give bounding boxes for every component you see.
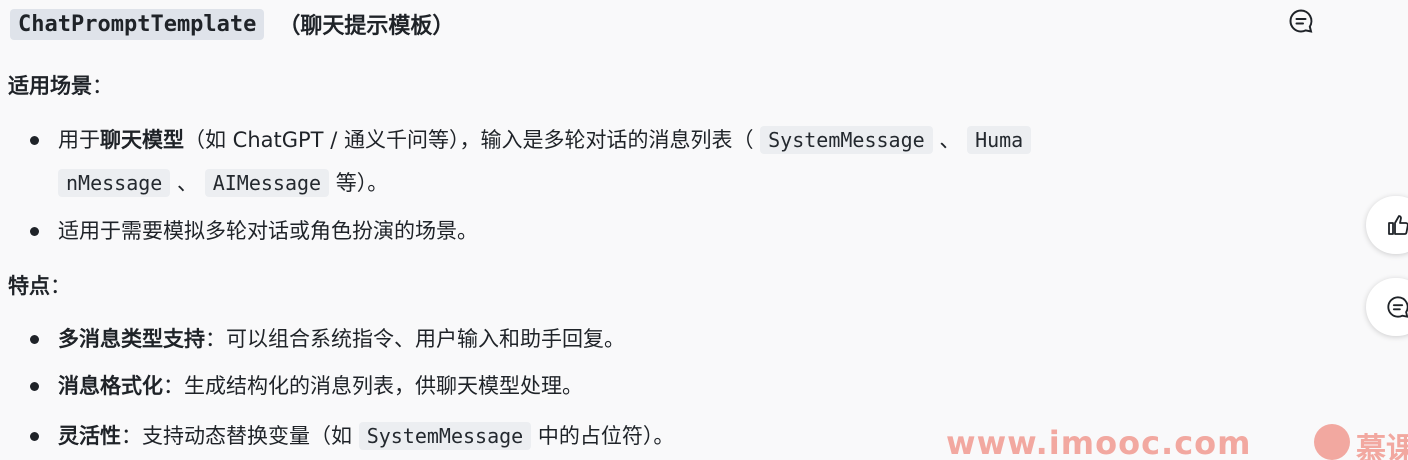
heading-text: 适用场景: [8, 74, 92, 98]
separator: 、: [939, 128, 961, 152]
imooc-logo-icon: [1314, 424, 1350, 460]
watermark-brand: 慕课: [1356, 432, 1408, 460]
section-heading-scenario: 适用场景：: [8, 70, 113, 100]
bullet-dot: [30, 432, 39, 441]
inline-code: SystemMessage: [760, 126, 933, 154]
heading-text: 特点: [8, 274, 50, 298]
separator: 、: [177, 171, 199, 195]
like-button[interactable]: [1366, 196, 1408, 254]
document-page: ChatPromptTemplate （聊天提示模板） 适用场景： 用于聊天模型…: [0, 0, 1408, 460]
page-title: ChatPromptTemplate （聊天提示模板）: [10, 4, 454, 44]
text-span: 用于: [58, 128, 100, 152]
bullet-dot: [30, 136, 39, 145]
bullet-dot: [30, 227, 39, 236]
list-item: 消息格式化：生成结构化的消息列表，供聊天模型处理。: [58, 371, 583, 401]
inline-code: SystemMessage: [358, 422, 532, 450]
title-code: ChatPromptTemplate: [10, 8, 265, 40]
comment-icon[interactable]: [1288, 8, 1314, 34]
bold-term: 灵活性: [58, 424, 121, 448]
inline-code: AIMessage: [204, 169, 330, 197]
text-span: ：可以组合系统指令、用户输入和助手回复。: [205, 327, 625, 351]
bold-term: 消息格式化: [58, 374, 163, 398]
text-span: ：生成结构化的消息列表，供聊天模型处理。: [163, 374, 583, 398]
bullet-dot: [30, 382, 39, 391]
comment-icon: [1387, 296, 1408, 318]
list-item: 多消息类型支持：可以组合系统指令、用户输入和助手回复。: [58, 324, 625, 354]
title-text: （聊天提示模板）: [278, 14, 455, 39]
text-span: （如 ChatGPT / 通义千问等），输入是多轮对话的消息列表（: [184, 128, 754, 152]
list-item: 适用于需要模拟多轮对话或角色扮演的场景。: [58, 219, 478, 243]
text-span: ：支持动态替换变量（如: [121, 424, 352, 448]
section-heading-features: 特点：: [8, 270, 71, 300]
text-span: 中的占位符）。: [537, 424, 675, 448]
comment-button[interactable]: [1366, 278, 1408, 336]
bold-term: 聊天模型: [100, 128, 184, 152]
heading-colon: ：: [50, 274, 71, 298]
heading-colon: ：: [92, 74, 113, 98]
inline-code: Huma: [967, 126, 1032, 154]
bullet-dot: [30, 335, 39, 344]
list-item: 用于聊天模型（如 ChatGPT / 通义千问等），输入是多轮对话的消息列表（ …: [58, 125, 1032, 155]
text-span: 等）。: [335, 171, 389, 195]
list-item-continued: nMessage 、 AIMessage 等）。: [58, 168, 388, 198]
thumbs-up-icon: [1388, 215, 1408, 235]
list-item: 灵活性：支持动态替换变量（如 SystemMessage 中的占位符）。: [58, 421, 674, 451]
inline-code: nMessage: [58, 169, 171, 197]
watermark-site: www.imooc.com: [946, 424, 1252, 460]
bold-term: 多消息类型支持: [58, 327, 205, 351]
